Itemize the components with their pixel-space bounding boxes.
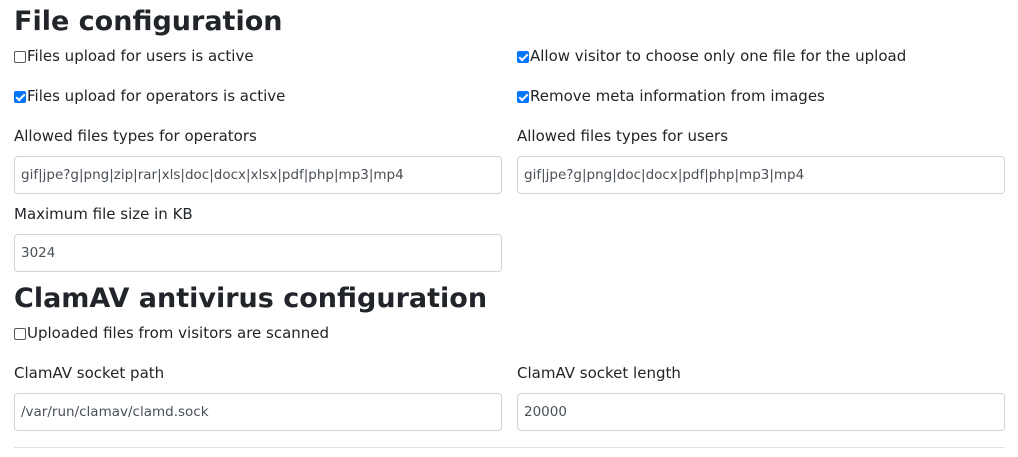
- section-divider: [14, 447, 1005, 448]
- users-file-types-input[interactable]: gif|jpe?g|png|doc|docx|pdf|php|mp3|mp4: [517, 156, 1005, 194]
- users-upload-active-checkbox[interactable]: [14, 50, 26, 63]
- operators-file-types-input[interactable]: gif|jpe?g|png|zip|rar|xls|doc|docx|xlsx|…: [14, 156, 502, 194]
- operators-upload-active-option[interactable]: Files upload for operators is active: [14, 89, 285, 104]
- remove-meta-option[interactable]: Remove meta information from images: [517, 89, 825, 104]
- file-configuration-heading: File configuration: [14, 6, 283, 37]
- operators-upload-active-label: Files upload for operators is active: [27, 87, 286, 105]
- max-file-size-input[interactable]: 3024: [14, 234, 502, 272]
- socket-length-label: ClamAV socket length: [517, 364, 681, 382]
- socket-length-input[interactable]: 20000: [517, 393, 1005, 431]
- max-file-size-label: Maximum file size in KB: [14, 205, 193, 223]
- one-file-only-checkbox[interactable]: [517, 50, 529, 63]
- socket-path-label: ClamAV socket path: [14, 364, 165, 382]
- users-upload-active-label: Files upload for users is active: [27, 47, 254, 65]
- scan-uploads-label: Uploaded files from visitors are scanned: [27, 324, 330, 342]
- scan-uploads-checkbox[interactable]: [14, 327, 26, 340]
- one-file-only-option[interactable]: Allow visitor to choose only one file fo…: [517, 49, 906, 64]
- one-file-only-label: Allow visitor to choose only one file fo…: [530, 47, 907, 65]
- remove-meta-label: Remove meta information from images: [530, 87, 825, 105]
- operators-upload-active-checkbox[interactable]: [14, 90, 26, 103]
- users-file-types-label: Allowed files types for users: [517, 127, 729, 145]
- operators-file-types-label: Allowed files types for operators: [14, 127, 257, 145]
- scan-uploads-option[interactable]: Uploaded files from visitors are scanned: [14, 326, 329, 341]
- users-upload-active-option[interactable]: Files upload for users is active: [14, 49, 254, 64]
- clamav-configuration-heading: ClamAV antivirus configuration: [14, 283, 488, 314]
- socket-path-input[interactable]: /var/run/clamav/clamd.sock: [14, 393, 502, 431]
- remove-meta-checkbox[interactable]: [517, 90, 529, 103]
